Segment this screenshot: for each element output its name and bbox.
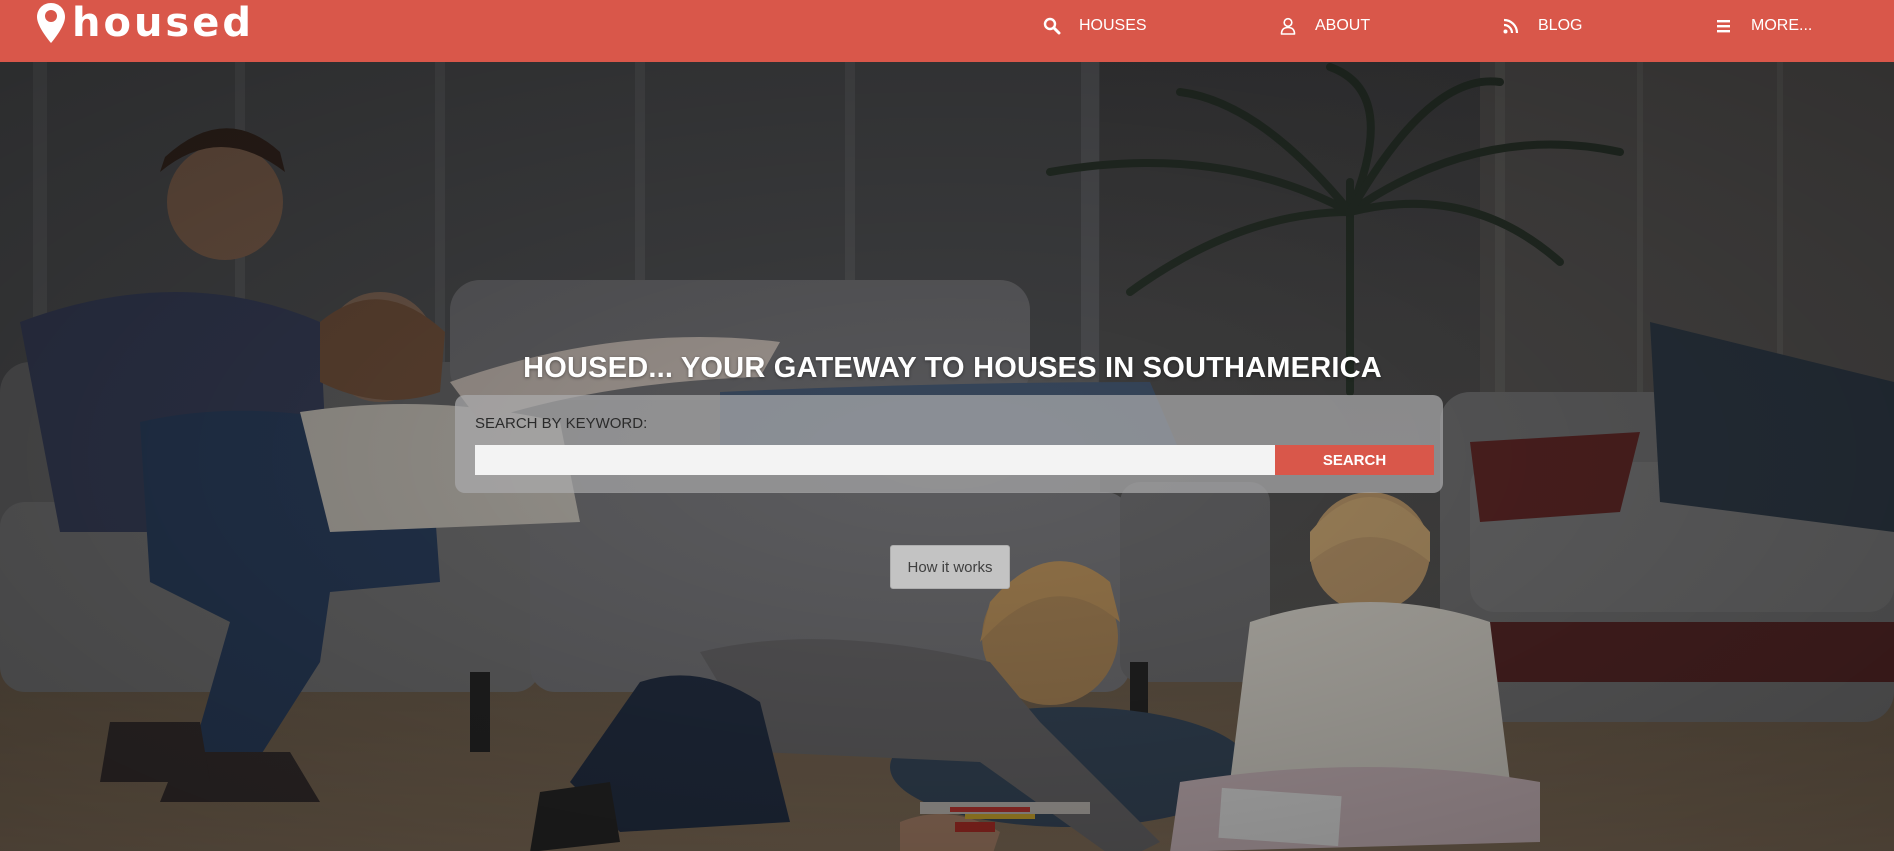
search-label: SEARCH BY KEYWORD: [475, 415, 648, 432]
nav-item-houses[interactable]: HOUSES [1043, 14, 1147, 38]
rss-icon [1502, 17, 1520, 35]
user-icon [1279, 17, 1297, 35]
how-it-works-button[interactable]: How it works [890, 545, 1010, 589]
top-navbar: housed HOUSES ABOUT BLOG MORE... [0, 0, 1894, 62]
nav-item-label: HOUSES [1079, 17, 1147, 34]
search-input[interactable] [475, 445, 1277, 475]
page: housed HOUSES ABOUT BLOG MORE... HOUSED.… [0, 0, 1894, 851]
search-panel: SEARCH BY KEYWORD: SEARCH [455, 395, 1443, 493]
nav-item-more[interactable]: MORE... [1715, 14, 1812, 38]
brand-logo-link[interactable]: housed [36, 0, 254, 46]
search-button[interactable]: SEARCH [1275, 445, 1434, 475]
nav-item-blog[interactable]: BLOG [1502, 14, 1582, 38]
brand-name: housed [72, 0, 255, 46]
nav-item-about[interactable]: ABOUT [1279, 14, 1370, 38]
map-pin-icon [37, 3, 65, 43]
hero-title: HOUSED... YOUR GATEWAY TO HOUSES IN SOUT… [523, 352, 1382, 384]
search-icon [1043, 17, 1061, 35]
hero-section: HOUSED... YOUR GATEWAY TO HOUSES IN SOUT… [0, 62, 1894, 851]
nav-item-label: MORE... [1751, 17, 1813, 34]
nav-item-label: ABOUT [1315, 17, 1371, 34]
nav-item-label: BLOG [1538, 17, 1583, 34]
menu-icon [1715, 17, 1733, 35]
